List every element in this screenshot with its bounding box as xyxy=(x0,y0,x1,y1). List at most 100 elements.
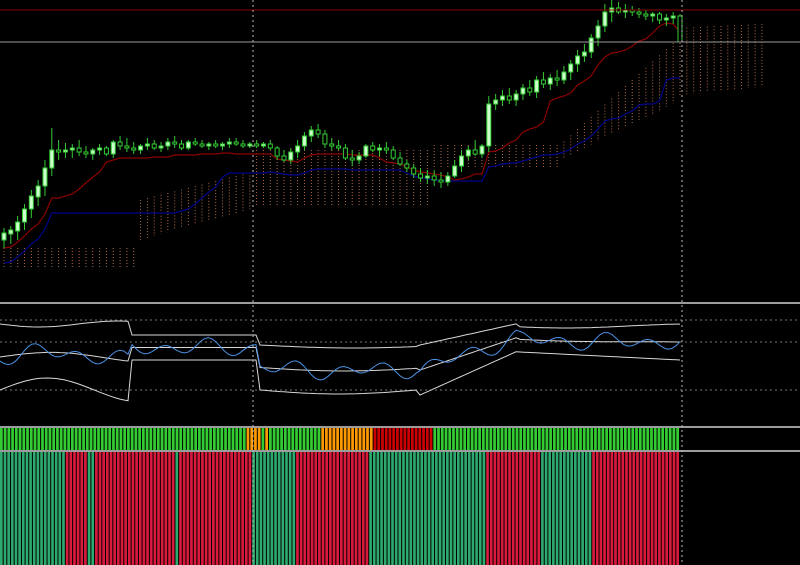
trend-bar xyxy=(307,452,310,565)
signal-bar xyxy=(534,428,538,450)
trend-bar xyxy=(329,452,332,565)
trend-bar xyxy=(18,452,21,565)
signal-bar xyxy=(418,428,422,450)
signal-bar xyxy=(590,428,594,450)
trend-bar xyxy=(296,452,299,565)
signal-bar xyxy=(422,428,425,450)
trend-bar xyxy=(526,452,530,565)
trend-bar xyxy=(0,452,3,565)
trend-bar xyxy=(32,452,36,565)
trend-bar xyxy=(475,452,478,565)
signal-bar xyxy=(496,428,500,450)
signal-bar xyxy=(388,428,392,450)
signal-bar xyxy=(261,428,265,450)
signal-bar xyxy=(231,428,235,450)
candle-body xyxy=(486,103,492,147)
candle-body xyxy=(377,147,383,151)
signal-bar xyxy=(276,428,280,450)
trend-bar xyxy=(577,452,581,565)
candle-body xyxy=(575,55,581,65)
trend-bar xyxy=(413,452,416,565)
signal-bar xyxy=(620,428,623,450)
trend-bar xyxy=(248,452,252,565)
candle-body xyxy=(76,147,82,153)
trend-bar xyxy=(69,452,73,565)
trend-bar xyxy=(274,452,277,565)
candle-body xyxy=(151,143,157,149)
signal-bar xyxy=(545,428,549,450)
signal-bar xyxy=(119,428,123,450)
trend-bar xyxy=(350,452,354,565)
signal-bar xyxy=(377,428,381,450)
signal-bar xyxy=(541,428,545,450)
signal-bar xyxy=(392,428,396,450)
signal-bar xyxy=(332,428,336,450)
trend-bar xyxy=(113,452,116,565)
trend-bar xyxy=(288,452,292,565)
trend-bar xyxy=(179,452,182,565)
signal-bar xyxy=(653,428,657,450)
signal-bar xyxy=(414,428,418,450)
trend-bar xyxy=(584,452,588,565)
signal-bar xyxy=(108,428,112,450)
signal-bar xyxy=(134,428,138,450)
trend-bar xyxy=(277,452,281,565)
price-chart[interactable] xyxy=(0,0,800,565)
signal-bar xyxy=(623,428,627,450)
trend-bar xyxy=(116,452,120,565)
trend-bar xyxy=(135,452,138,565)
trend-bar xyxy=(314,452,318,565)
trend-bar xyxy=(566,452,570,565)
candle-body xyxy=(561,71,567,81)
signal-bar xyxy=(115,428,119,450)
signal-bar xyxy=(160,428,164,450)
candle-body xyxy=(35,185,41,198)
trend-bar xyxy=(54,452,58,565)
trend-bar xyxy=(175,452,179,565)
trend-bar xyxy=(603,452,606,565)
signal-bar xyxy=(470,428,474,450)
candle-body xyxy=(540,79,546,85)
candle-body xyxy=(288,151,294,161)
signal-bar xyxy=(489,428,493,450)
signal-bar xyxy=(183,428,186,450)
signal-bar xyxy=(552,428,556,450)
candle-body xyxy=(301,135,307,147)
signal-bar xyxy=(190,428,194,450)
trend-bar xyxy=(409,452,413,565)
candle-body xyxy=(418,173,424,179)
signal-bar xyxy=(104,428,108,450)
trend-bar xyxy=(109,452,113,565)
trend-bar xyxy=(153,452,157,565)
candle-body xyxy=(192,141,198,145)
signal-bar xyxy=(257,428,261,450)
trend-bar xyxy=(530,452,533,565)
trend-bar xyxy=(650,452,654,565)
signal-bar xyxy=(594,428,597,450)
trend-bar xyxy=(321,452,325,565)
candle-body xyxy=(90,149,96,155)
signal-bar xyxy=(313,428,317,450)
trend-bar xyxy=(237,452,241,565)
trend-bar xyxy=(471,452,475,565)
signal-bar xyxy=(41,428,44,450)
candle-body xyxy=(226,141,232,145)
trend-bar xyxy=(347,452,350,565)
trend-bar xyxy=(270,452,274,565)
trend-bar xyxy=(149,452,153,565)
signal-bar xyxy=(18,428,22,450)
signal-bar xyxy=(511,428,515,450)
candle-body xyxy=(247,143,253,147)
trend-bar xyxy=(435,452,438,565)
trend-bar xyxy=(456,452,460,565)
candle-body xyxy=(199,143,205,147)
signal-bar xyxy=(235,428,239,450)
trend-bar xyxy=(138,452,142,565)
candle-body xyxy=(158,145,164,149)
signal-bar xyxy=(459,428,463,450)
trend-bar xyxy=(25,452,29,565)
trend-bar xyxy=(398,452,402,565)
signal-bar xyxy=(396,428,399,450)
candle-body xyxy=(383,147,389,151)
signal-bar xyxy=(612,428,616,450)
